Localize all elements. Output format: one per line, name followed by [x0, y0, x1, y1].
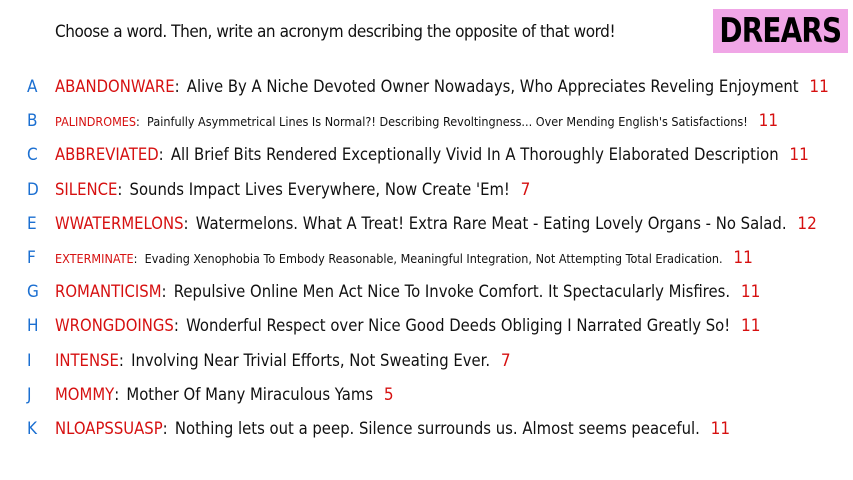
entry-word: EXTERMINATE — [55, 251, 134, 267]
logo-text: DREARS — [719, 11, 843, 51]
entry-acronym: Evading Xenophobia To Embody Reasonable,… — [144, 251, 723, 267]
entry-content: PALINDROMES: Painfully Asymmetrical Line… — [55, 111, 779, 132]
entry-count: 7 — [500, 350, 511, 371]
entry-acronym: Painfully Asymmetrical Lines Is Normal?!… — [147, 114, 748, 130]
entry-word: ABANDONWARE — [55, 77, 175, 97]
entry-count: 11 — [710, 418, 731, 439]
entry-content: MOMMY: Mother Of Many Miraculous Yams 5 — [55, 384, 394, 405]
entry-row[interactable]: J MOMMY: Mother Of Many Miraculous Yams … — [0, 378, 853, 412]
entry-letter: J — [27, 384, 32, 405]
entry-word: NLOAPSSUASP — [55, 418, 163, 438]
entry-row[interactable]: I INTENSE: Involving Near Trivial Effort… — [0, 344, 853, 378]
entry-acronym: All Brief Bits Rendered Exceptionally Vi… — [170, 145, 779, 165]
entry-letter: G — [27, 282, 39, 303]
prompt-text: Choose a word. Then, write an acronym de… — [55, 22, 616, 42]
entry-acronym: Nothing lets out a peep. Silence surroun… — [174, 418, 700, 438]
entry-letter: K — [27, 418, 38, 439]
entry-content: EXTERMINATE: Evading Xenophobia To Embod… — [55, 248, 753, 269]
entry-row[interactable]: G ROMANTICISM: Repulsive Online Men Act … — [0, 275, 853, 309]
entry-count: 7 — [520, 179, 531, 200]
entry-letter: C — [27, 145, 38, 166]
entry-letter: I — [27, 350, 32, 371]
entry-acronym: Watermelons. What A Treat! Extra Rare Me… — [195, 213, 787, 233]
entry-count: 11 — [740, 282, 761, 303]
entry-content: ABANDONWARE: Alive By A Niche Devoted Ow… — [55, 77, 829, 98]
entry-content: NLOAPSSUASP: Nothing lets out a peep. Si… — [55, 418, 731, 439]
entry-content: SILENCE: Sounds Impact Lives Everywhere,… — [55, 179, 531, 200]
entry-row[interactable]: H WRONGDOINGS: Wonderful Respect over Ni… — [0, 309, 853, 343]
entry-acronym: Repulsive Online Men Act Nice To Invoke … — [173, 282, 731, 302]
entry-count: 11 — [789, 145, 809, 166]
entry-count: 11 — [758, 111, 779, 132]
entry-word: WRONGDOINGS — [55, 316, 174, 336]
entry-letter: A — [27, 77, 38, 98]
entry-content: WWATERMELONS: Watermelons. What A Treat!… — [55, 213, 817, 234]
entry-count: 12 — [797, 213, 817, 234]
entry-count: 5 — [383, 384, 394, 405]
entry-row[interactable]: B PALINDROMES: Painfully Asymmetrical Li… — [0, 104, 853, 138]
entry-list: A ABANDONWARE: Alive By A Niche Devoted … — [0, 70, 853, 446]
entry-letter: D — [27, 179, 39, 200]
entry-content: INTENSE: Involving Near Trivial Efforts,… — [55, 350, 511, 371]
entry-content: WRONGDOINGS: Wonderful Respect over Nice… — [55, 316, 761, 337]
entry-word: ROMANTICISM — [55, 282, 162, 302]
entry-word: INTENSE — [55, 350, 119, 370]
entry-acronym: Wonderful Respect over Nice Good Deeds O… — [186, 316, 731, 336]
entry-row[interactable]: E WWATERMELONS: Watermelons. What A Trea… — [0, 207, 853, 241]
entry-row[interactable]: K NLOAPSSUASP: Nothing lets out a peep. … — [0, 412, 853, 446]
drears-logo: DREARS — [713, 9, 848, 53]
entry-acronym: Mother Of Many Miraculous Yams — [126, 384, 374, 404]
entry-acronym: Alive By A Niche Devoted Owner Nowadays,… — [186, 77, 799, 97]
entry-word: WWATERMELONS — [55, 213, 184, 233]
entry-word: SILENCE — [55, 179, 118, 199]
entry-count: 11 — [733, 248, 753, 269]
entry-word: ABBREVIATED — [55, 145, 159, 165]
entry-row[interactable]: F EXTERMINATE: Evading Xenophobia To Emb… — [0, 241, 853, 275]
entry-letter: B — [27, 111, 38, 132]
entry-count: 11 — [741, 316, 761, 337]
entry-row[interactable]: D SILENCE: Sounds Impact Lives Everywher… — [0, 173, 853, 207]
entry-content: ROMANTICISM: Repulsive Online Men Act Ni… — [55, 282, 761, 303]
entry-letter: E — [27, 213, 37, 234]
entry-letter: H — [27, 316, 39, 337]
entry-word: MOMMY — [55, 384, 115, 404]
entry-word: PALINDROMES — [55, 114, 137, 130]
entry-content: ABBREVIATED: All Brief Bits Rendered Exc… — [55, 145, 809, 166]
entry-count: 11 — [809, 77, 829, 98]
entry-letter: F — [27, 248, 36, 269]
entry-row[interactable]: A ABANDONWARE: Alive By A Niche Devoted … — [0, 70, 853, 104]
entry-row[interactable]: C ABBREVIATED: All Brief Bits Rendered E… — [0, 138, 853, 172]
entry-acronym: Involving Near Trivial Efforts, Not Swea… — [131, 350, 491, 370]
entry-acronym: Sounds Impact Lives Everywhere, Now Crea… — [129, 179, 510, 199]
